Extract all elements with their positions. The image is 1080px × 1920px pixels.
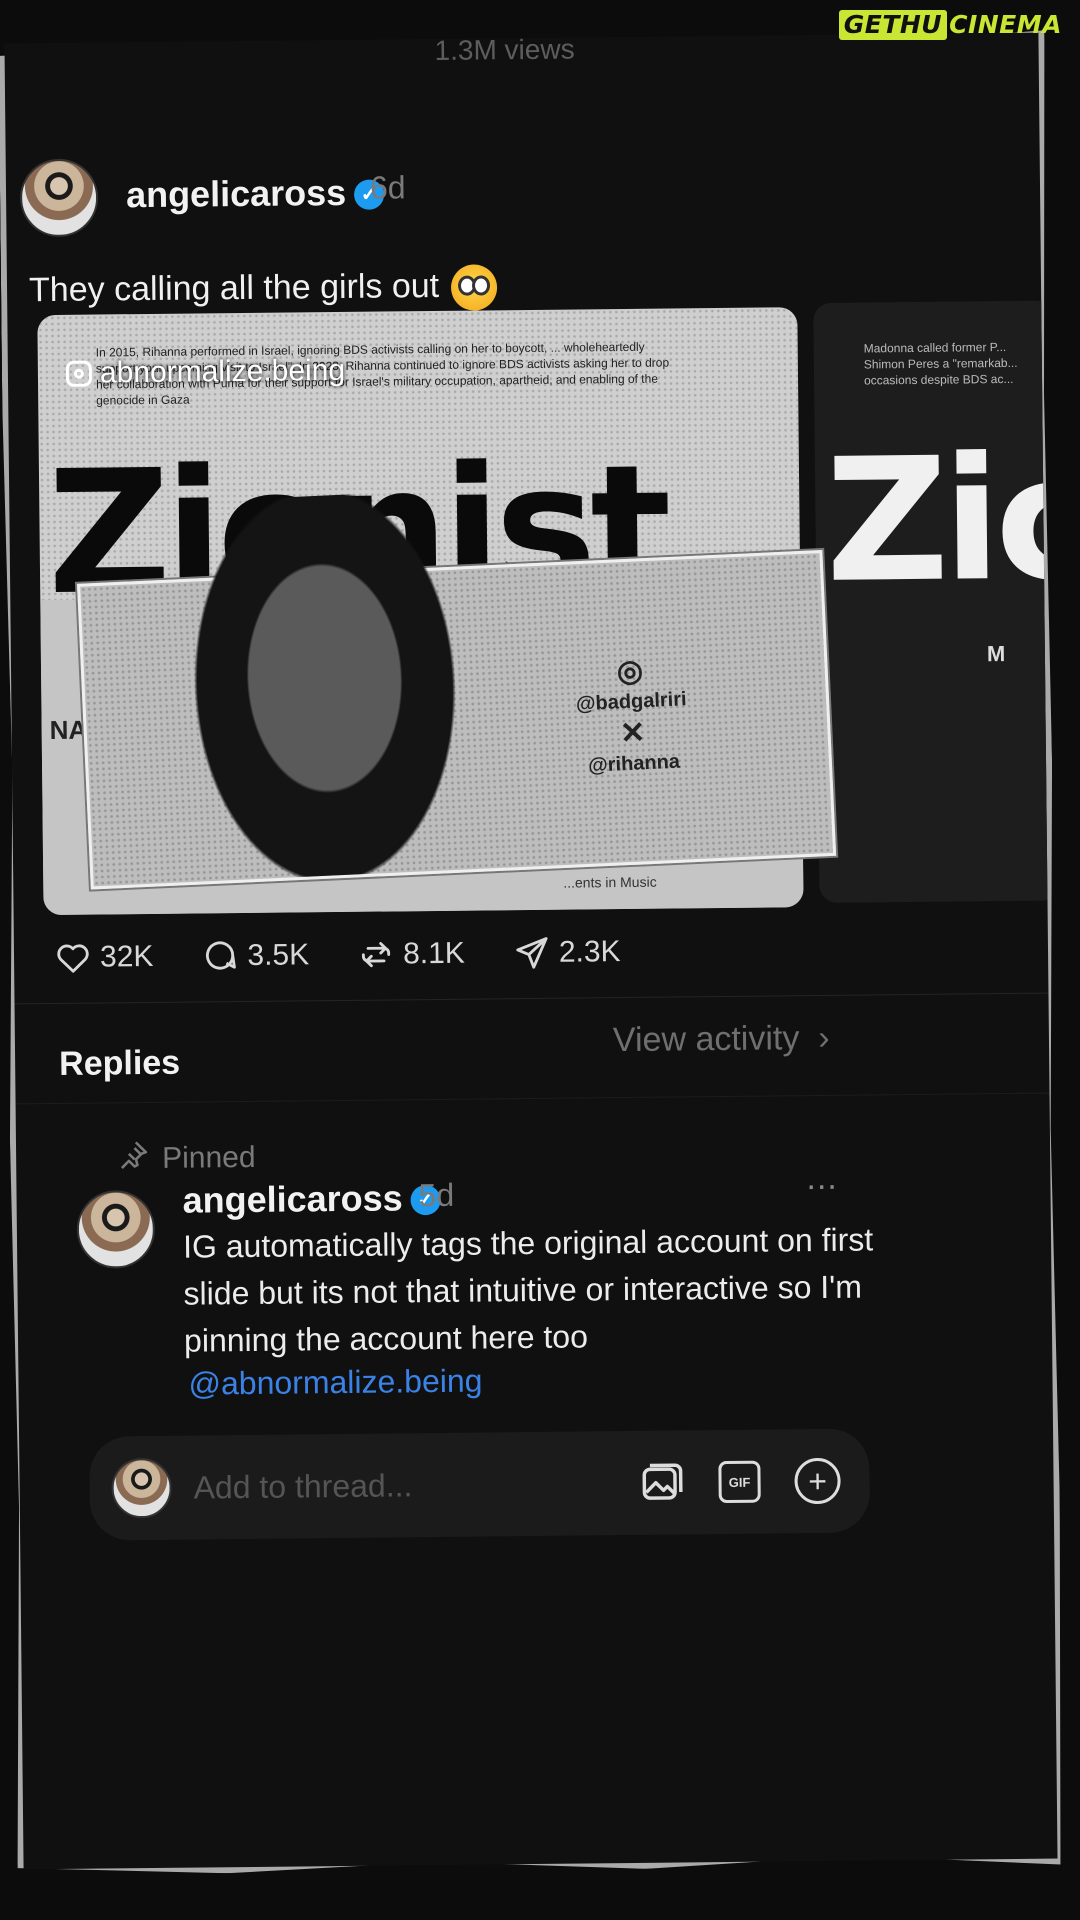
view-count: 1.3M views [434, 33, 575, 66]
gif-icon: GIF [718, 1460, 761, 1504]
repost-icon [362, 942, 391, 968]
portrait-photo [166, 489, 484, 883]
composer-avatar [111, 1457, 172, 1519]
author-name-row: angelicaross ✓ [126, 171, 385, 216]
pinned-indicator: Pinned [116, 1137, 256, 1180]
card-footer-text: ...ents in Music [563, 873, 657, 891]
tagged-account-handle: abnormalize.being [99, 353, 346, 390]
reply-author-row: angelicaross ✓ [182, 1177, 441, 1222]
repost-count: 8.1K [402, 936, 466, 971]
tagged-account[interactable]: abnormalize.being [65, 353, 346, 391]
repost-button[interactable]: 8.1K [357, 935, 465, 974]
portrait-photo-overlay: ◎ @badgalriri ✕ @rihanna [77, 489, 837, 890]
post-caption: They calling all the girls out [28, 266, 440, 310]
divider [15, 1092, 1050, 1105]
reply-text: IG automatically tags the original accou… [182, 1221, 874, 1359]
view-activity-label: View activity [612, 1019, 800, 1060]
pin-icon [116, 1138, 150, 1180]
comment-count: 3.5K [247, 938, 310, 972]
instagram-handle: @badgalriri [575, 688, 688, 716]
more-options-button[interactable]: ... [806, 1159, 838, 1198]
send-icon [516, 937, 548, 969]
instagram-icon [65, 360, 93, 387]
composer-input[interactable]: Add to thread... [193, 1464, 635, 1506]
author-username[interactable]: angelicaross [126, 172, 347, 215]
heart-icon [57, 944, 89, 973]
comment-icon [206, 941, 237, 970]
post-actions: 32K 3.5K 8.1K 2.3K [54, 933, 621, 977]
divider [14, 992, 1049, 1005]
add-button[interactable]: + [791, 1455, 844, 1508]
image-icon [642, 1463, 683, 1500]
like-count: 32K [99, 939, 154, 974]
photo-picker-button[interactable] [635, 1456, 688, 1509]
plus-circle-icon: + [794, 1457, 841, 1505]
next-card-letter: M [986, 641, 1006, 667]
chevron-right-icon: › [808, 1018, 830, 1058]
reply-time: 5d [418, 1176, 455, 1214]
pinned-label: Pinned [161, 1140, 256, 1175]
media-card-next[interactable]: Madonna called former P... Shimon Peres … [813, 300, 1058, 903]
reply-username[interactable]: angelicaross [182, 1177, 403, 1220]
flushed-face-emoji-icon [450, 264, 498, 311]
replies-heading: Replies [58, 1043, 181, 1083]
share-button[interactable]: 2.3K [513, 933, 621, 972]
brand-part2: CINEMA [949, 10, 1062, 39]
thread-screen: 1.3M views angelicaross ✓ 6d They calling… [4, 32, 1058, 1870]
share-count: 2.3K [558, 935, 621, 969]
next-card-text: Madonna called former P... Shimon Peres … [863, 339, 1018, 388]
instagram-icon: ◎ [616, 654, 644, 689]
next-card-headline: Zic [824, 420, 1058, 621]
author-avatar[interactable] [19, 158, 99, 238]
reply-author-avatar[interactable] [76, 1189, 156, 1269]
brand-part1: GETHU [838, 10, 948, 40]
x-icon: ✕ [619, 716, 646, 751]
reply-mention-link[interactable]: @abnormalize.being [188, 1363, 482, 1403]
like-button[interactable]: 32K [54, 938, 154, 977]
gif-button[interactable]: GIF [713, 1456, 766, 1509]
social-handles: ◎ @badgalriri ✕ @rihanna [574, 649, 690, 778]
card-side-label: NA [49, 714, 88, 746]
view-activity-link[interactable]: View activity › [613, 1019, 830, 1060]
thread-composer[interactable]: Add to thread... GIF + [89, 1428, 871, 1541]
comment-button[interactable]: 3.5K [201, 936, 309, 975]
post-time: 6d [369, 169, 406, 206]
brand-watermark: GETHU CINEMA [838, 10, 1062, 40]
post-caption-row: They calling all the girls out [29, 264, 498, 315]
